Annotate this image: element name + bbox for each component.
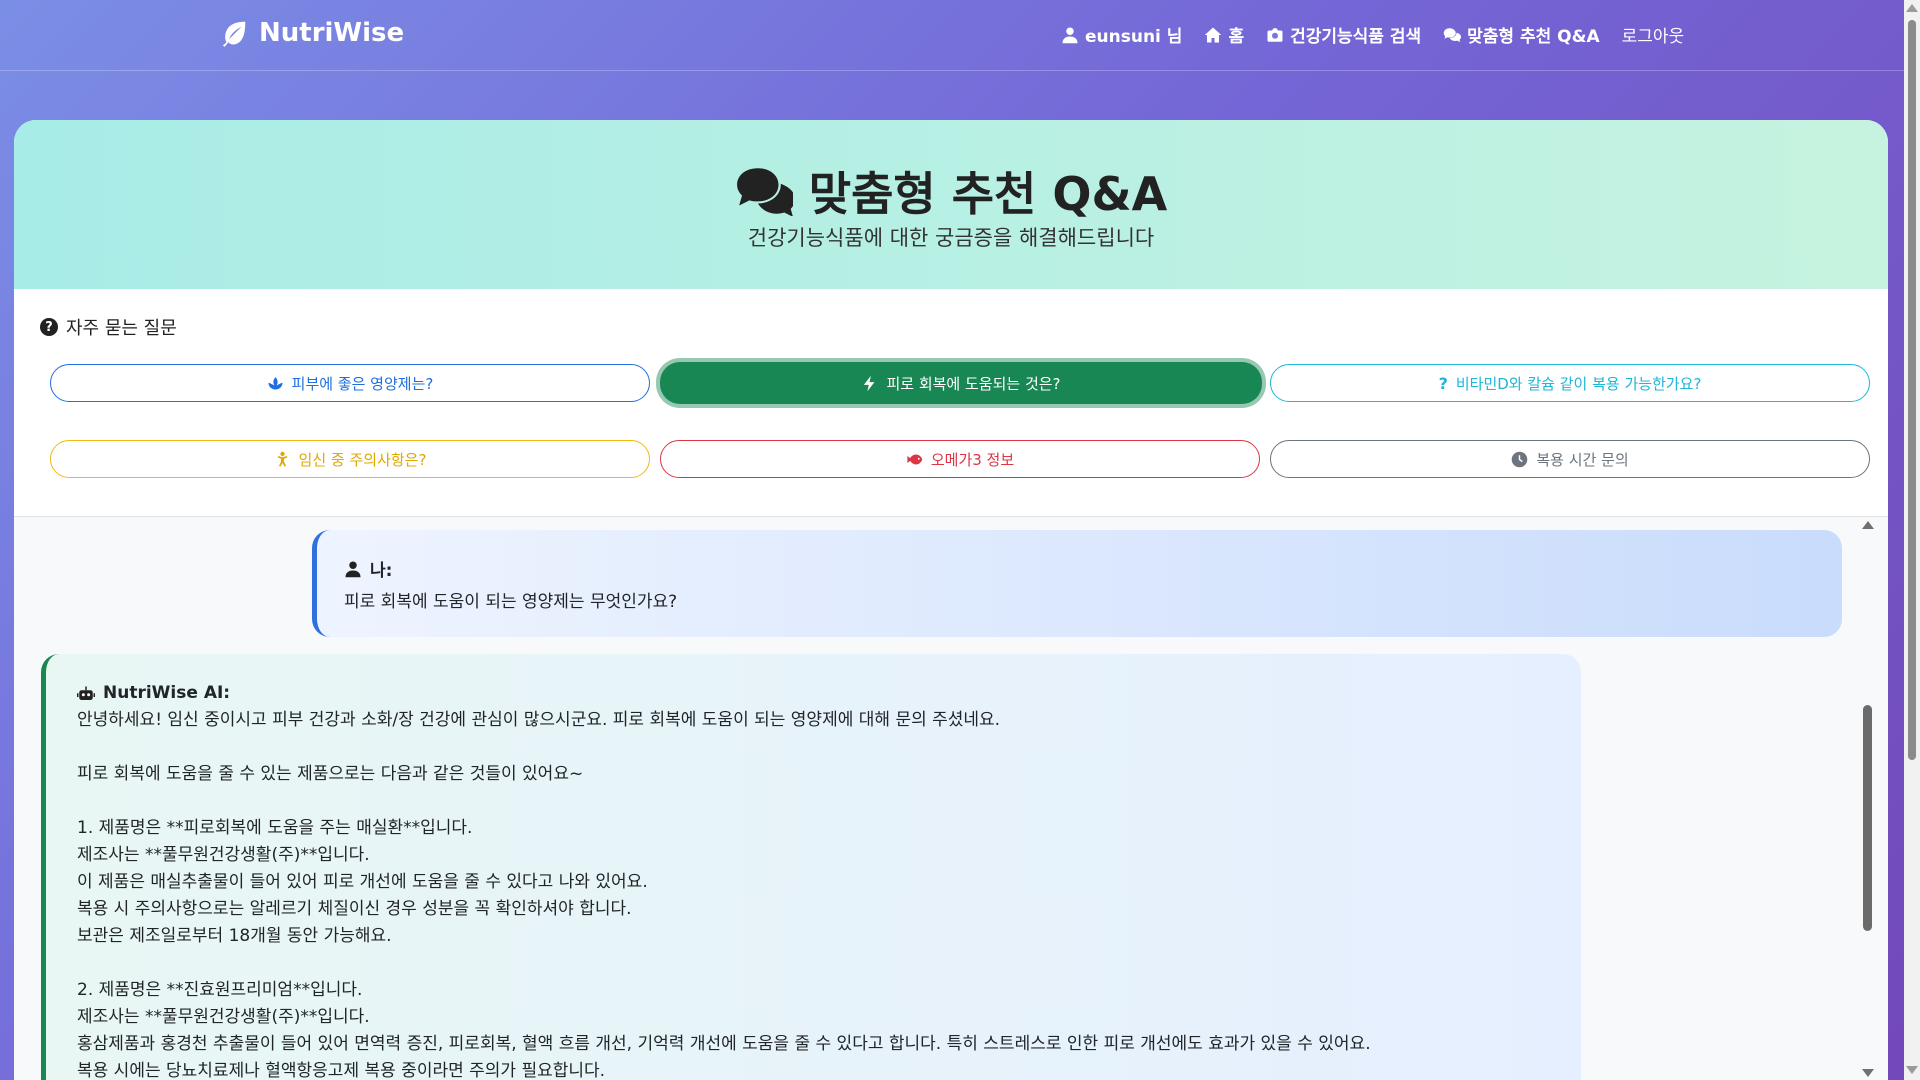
fish-icon [907, 454, 923, 464]
faq-skin-button[interactable]: 피부에 좋은 영양제는? [50, 364, 650, 402]
ai-line [77, 788, 1581, 815]
ai-line: 홍삼제품과 홍경천 추출물이 들어 있어 면역력 증진, 피로회복, 혈액 흐름… [77, 1034, 1371, 1054]
camera-icon [1267, 27, 1283, 42]
hero-header: 맞춤형 추천 Q&A 건강기능식품에 대한 궁금증을 해결해드립니다 [14, 120, 1888, 289]
page-title: 맞춤형 추천 Q&A [14, 158, 1888, 224]
faq-dosage-time-button[interactable]: 복용 시간 문의 [1270, 440, 1870, 478]
leaf-icon [222, 21, 246, 47]
question-icon: ? [1438, 373, 1448, 393]
chat-area[interactable]: 나: 피로 회복에 도움이 되는 영양제는 무엇인가요? NutriWise A… [14, 516, 1888, 1080]
ai-line: 제조사는 **풀무원건강생활(주)**입니다. [77, 1007, 370, 1027]
ai-line: 안녕하세요! 임신 중이시고 피부 건강과 소화/장 건강에 관심이 많으시군요… [77, 710, 1001, 730]
nav-user-label: eunsuni 님 [1085, 27, 1183, 47]
ai-line [77, 950, 1581, 977]
ai-label: NutriWise AI: [103, 683, 231, 703]
ai-line: 피로 회복에 도움을 줄 수 있는 제품으로는 다음과 같은 것들이 있어요~ [77, 764, 584, 784]
scroll-down-arrow-icon[interactable] [1862, 1069, 1874, 1077]
nav-home-label: 홈 [1228, 27, 1245, 47]
chat-scrollbar-thumb[interactable] [1863, 705, 1872, 931]
chat-scrollbar[interactable] [1862, 521, 1874, 1077]
faq-vitd-calcium-label: 비타민D와 칼슘 같이 복용 가능한가요? [1455, 374, 1702, 393]
ai-line [77, 734, 1581, 761]
clock-icon [1512, 451, 1528, 467]
spa-icon [268, 376, 283, 390]
page-subtitle: 건강기능식품에 대한 궁금증을 해결해드립니다 [747, 226, 1155, 250]
nav-qa-label: 맞춤형 추천 Q&A [1467, 27, 1600, 47]
user-label: 나: [370, 561, 393, 581]
page-scroll-down-arrow-icon[interactable] [1906, 1066, 1918, 1074]
faq-dosage-time-label: 복용 시간 문의 [1536, 450, 1629, 469]
faq-title-text: 자주 묻는 질문 [66, 318, 177, 339]
nav-user[interactable]: eunsuni 님 [1061, 22, 1182, 47]
baby-icon [277, 451, 288, 467]
page-scroll-up-arrow-icon[interactable] [1906, 4, 1918, 12]
nav-search[interactable]: 건강기능식품 검색 [1266, 22, 1421, 47]
qa-card: 맞춤형 추천 Q&A 건강기능식품에 대한 궁금증을 해결해드립니다 ? 자주 … [14, 120, 1888, 1080]
page-scrollbar-thumb[interactable] [1908, 20, 1916, 760]
comments-icon [736, 168, 793, 216]
user-message-header: 나: [344, 556, 1842, 581]
faq-section: ? 자주 묻는 질문 피부에 좋은 영양제는? 피로 회복에 도움되는 것은? … [14, 289, 1888, 516]
bolt-icon [864, 375, 875, 391]
user-icon [345, 561, 361, 577]
faq-omega3-button[interactable]: 오메가3 정보 [660, 440, 1260, 478]
ai-line: 복용 시 주의사항으로는 알레르기 체질이신 경우 성분을 꼭 확인하셔야 합니… [77, 899, 632, 919]
nav-logout[interactable]: 로그아웃 [1622, 22, 1685, 47]
nav-search-label: 건강기능식품 검색 [1290, 27, 1422, 47]
ai-line: 1. 제품명은 **피로회복에 도움을 주는 매실환**입니다. [77, 818, 473, 838]
user-icon [1062, 27, 1078, 43]
brand-logo[interactable]: NutriWise [219, 18, 404, 48]
faq-vitd-calcium-button[interactable]: ? 비타민D와 칼슘 같이 복용 가능한가요? [1270, 364, 1870, 402]
faq-pregnancy-label: 임신 중 주의사항은? [298, 450, 427, 469]
question-circle-icon: ? [40, 318, 58, 336]
page-scrollbar[interactable] [1904, 0, 1920, 1080]
nav-qa[interactable]: 맞춤형 추천 Q&A [1443, 22, 1600, 47]
ai-line: 2. 제품명은 **진효원프리미엄**입니다. [77, 980, 363, 1000]
brand-name: NutriWise [259, 18, 405, 48]
ai-line: 제조사는 **풀무원건강생활(주)**입니다. [77, 845, 370, 865]
faq-omega3-label: 오메가3 정보 [930, 450, 1015, 469]
ai-message: NutriWise AI: 안녕하세요! 임신 중이시고 피부 건강과 소화/장… [41, 654, 1581, 1080]
nav-home[interactable]: 홈 [1204, 22, 1244, 47]
home-icon [1205, 27, 1222, 42]
ai-line: 이 제품은 매실추출물이 들어 있어 피로 개선에 도움을 줄 수 있다고 나와… [77, 872, 648, 892]
user-message: 나: 피로 회복에 도움이 되는 영양제는 무엇인가요? [312, 530, 1842, 637]
ai-line: 복용 시에는 당뇨치료제나 혈액항응고제 복용 중이라면 주의가 필요합니다. [77, 1061, 606, 1080]
faq-fatigue-button[interactable]: 피로 회복에 도움되는 것은? [660, 362, 1262, 404]
user-message-text: 피로 회복에 도움이 되는 영양제는 무엇인가요? [344, 592, 678, 612]
faq-skin-label: 피부에 좋은 영양제는? [291, 374, 434, 393]
ai-message-header: NutriWise AI: [77, 680, 1581, 707]
robot-icon [77, 686, 95, 700]
faq-fatigue-label: 피로 회복에 도움되는 것은? [886, 374, 1061, 393]
scroll-up-arrow-icon[interactable] [1862, 521, 1874, 529]
faq-title: ? 자주 묻는 질문 [40, 314, 177, 340]
nav-logout-label: 로그아웃 [1621, 27, 1685, 47]
faq-pregnancy-button[interactable]: 임신 중 주의사항은? [50, 440, 650, 478]
ai-line: 보관은 제조일로부터 18개월 동안 가능해요. [77, 926, 392, 946]
page-title-text: 맞춤형 추천 Q&A [808, 167, 1168, 221]
top-navbar: NutriWise eunsuni 님 홈 건강기능식품 검색 맞춤형 추천 Q… [0, 0, 1920, 71]
comments-icon [1443, 27, 1462, 42]
